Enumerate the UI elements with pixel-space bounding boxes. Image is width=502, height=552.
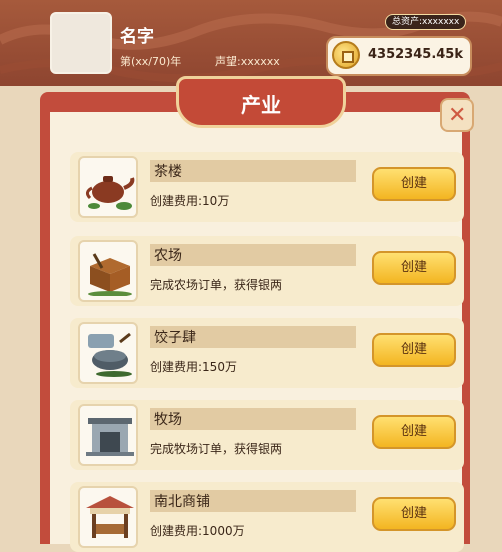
close-icon: ✕ [448,103,467,128]
teapot-icon [85,176,135,210]
fame-value: xxxxxx [240,55,280,68]
industry-desc: 创建费用:1000万 [150,524,245,538]
crate-icon [88,253,132,296]
fame-label: 声望: [215,55,241,68]
industry-card-dumpling: 饺子肆 创建费用:150万 创建 [70,318,464,388]
industry-desc: 创建费用:10万 [150,194,230,208]
build-button[interactable]: 创建 [372,167,456,201]
industry-card-teahouse: 茶楼 创建费用:10万 创建 [70,152,464,222]
industry-icon-frame [78,240,138,302]
industry-icon-frame [78,322,138,384]
build-button[interactable]: 创建 [372,415,456,449]
panel-title: 产业 [241,93,281,117]
industry-icon-frame [78,156,138,218]
panel-title-banner: 产业 [176,76,346,128]
industry-desc: 创建费用:150万 [150,360,237,374]
industry-desc: 完成农场订单，获得银两 [150,278,283,292]
industry-name: 茶楼 [154,164,182,180]
fame-display: 声望:xxxxxx [215,53,280,69]
industry-name: 南北商铺 [154,494,210,510]
industry-name: 牧场 [154,412,182,428]
year-counter: 第(xx/70)年 [120,55,182,68]
build-button[interactable]: 创建 [372,333,456,367]
close-button[interactable]: ✕ [440,98,474,132]
gate-icon [86,418,134,456]
industry-card-ranch: 牧场 完成牧场订单，获得银两 创建 [70,400,464,470]
build-button[interactable]: 创建 [372,497,456,531]
money-value: 4352345.45k [368,47,463,62]
industry-icon-frame [78,486,138,548]
dumpling-icon [88,332,132,377]
avatar[interactable] [50,12,112,74]
industry-name: 农场 [154,248,182,264]
money-display[interactable]: 4352345.45k [326,36,472,76]
industry-card-farm: 农场 完成农场订单，获得银两 创建 [70,236,464,306]
industry-icon-frame [78,404,138,466]
coin-icon [332,41,360,69]
industry-desc: 完成牧场订单，获得银两 [150,442,283,456]
total-assets-badge: 总资产:xxxxxxx [385,14,467,30]
stall-icon [86,496,134,538]
industry-name: 饺子肆 [154,330,196,346]
industry-card-shop: 南北商铺 创建费用:1000万 创建 [70,482,464,552]
build-button[interactable]: 创建 [372,251,456,285]
player-name: 名字 [120,27,154,47]
